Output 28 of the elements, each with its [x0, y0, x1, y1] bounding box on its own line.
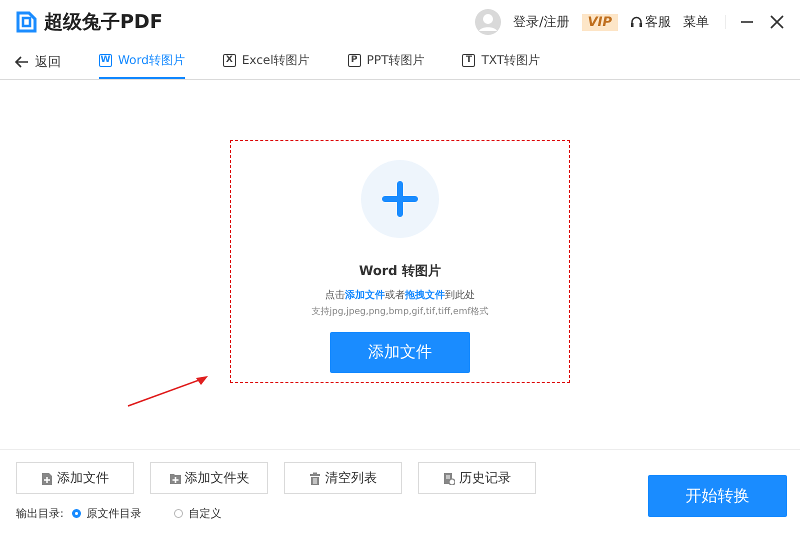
close-icon[interactable] [770, 15, 784, 29]
app-title: 超级兔子PDF [44, 10, 163, 35]
format-note: 支持jpg,jpeg,png,bmp,gif,tif,tiff,emf格式 [311, 306, 489, 318]
trash-icon[interactable] [309, 472, 321, 484]
back-link[interactable]: 返回 [15, 44, 61, 79]
add-folder-icon[interactable] [168, 472, 180, 484]
tab[interactable]: X Excel转图片 [222, 44, 310, 79]
drop-zone[interactable]: Word 转图片 点击添加文件或者拖拽文件到此处 支持jpg,jpeg,png,bmp,gif,tif,tiff,emf格式 添加文件 [230, 140, 570, 383]
add-file-icon[interactable] [41, 472, 53, 484]
logo-icon [16, 11, 38, 33]
radio-option[interactable]: 自定义 [174, 506, 222, 521]
toolbar-button[interactable]: 添加文件夹 [150, 462, 268, 494]
login-link[interactable]: 登录/注册 [513, 13, 570, 31]
drop-title: Word 转图片 [358, 263, 442, 280]
history-icon[interactable] [443, 472, 455, 484]
tab[interactable]: T TXT转图片 [462, 44, 540, 79]
tab[interactable]: P PPT转图片 [348, 44, 424, 79]
headset-icon[interactable] [630, 16, 643, 28]
add-icon[interactable] [361, 160, 439, 238]
toolbar-button[interactable]: 历史记录 [418, 462, 536, 494]
toolbar-button[interactable]: 添加文件 [16, 462, 134, 494]
service-link[interactable]: 客服 [630, 13, 671, 31]
radio-option[interactable]: 原文件目录 [72, 506, 142, 521]
menu-link[interactable]: 菜单 [683, 13, 709, 31]
back-arrow-icon[interactable] [15, 56, 29, 68]
output-label: 输出目录: [16, 506, 64, 521]
drop-hint: 点击添加文件或者拖拽文件到此处 [325, 288, 475, 302]
toolbar-button[interactable]: 清空列表 [284, 462, 402, 494]
